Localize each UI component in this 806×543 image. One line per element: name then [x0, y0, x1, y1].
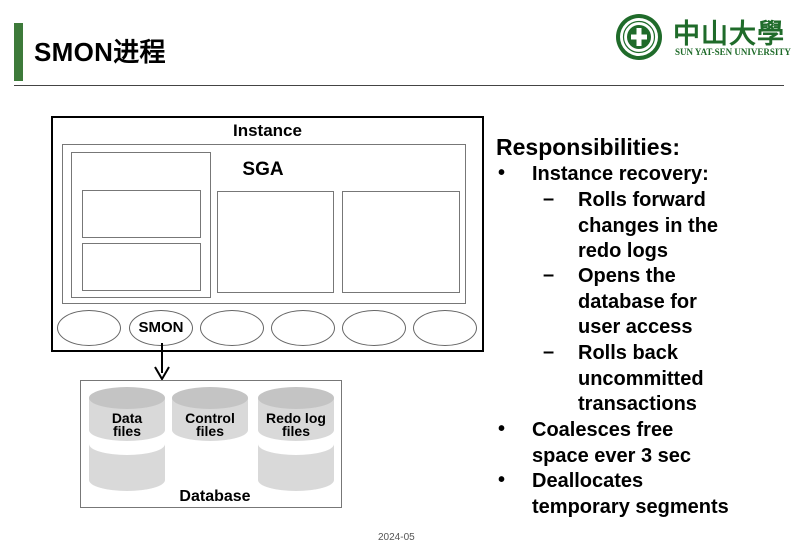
responsibilities-heading: Responsibilities:: [496, 134, 681, 160]
cylinder-label-line: files: [281, 423, 310, 439]
sub-item: Rolls back uncommitted transactions: [578, 341, 704, 418]
sub-item: Rolls forward changes in the redo logs: [578, 188, 718, 265]
text-line: user access: [578, 316, 693, 339]
responsibility-item: Deallocates temporary segments: [532, 469, 729, 520]
sga-label: SGA: [242, 159, 284, 180]
title-accent-bar: [14, 23, 23, 81]
database-label: Database: [179, 488, 251, 505]
sga-right-panel: [342, 191, 460, 293]
responsibility-item: Instance recovery:: [532, 162, 709, 188]
dash-glyph: –: [543, 341, 555, 363]
cylinder-label-line: files: [195, 423, 224, 439]
university-seal-icon: [616, 14, 662, 60]
text-line: Rolls back: [578, 342, 679, 364]
logo-name-chinese: 中山大學: [673, 19, 785, 50]
background-process: [57, 310, 121, 346]
text-line: temporary segments: [532, 495, 729, 518]
header-divider: [14, 85, 784, 86]
page-title: SMON进程: [34, 37, 166, 67]
data-files-label: Data files: [88, 411, 166, 439]
background-process: [271, 310, 335, 346]
redo-log-files-cylinder: [257, 386, 335, 497]
logo-name-english: SUN YAT-SEN UNIVERSITY: [675, 47, 791, 57]
cylinder-icon: [258, 387, 334, 491]
cylinder-icon: [89, 387, 165, 491]
bullet-glyph: •: [498, 469, 506, 491]
sub-item: Opens the database for user access: [578, 264, 697, 341]
arrow-down-icon: [154, 343, 170, 381]
cylinder-label-line: files: [112, 423, 141, 439]
text-line: Instance recovery:: [532, 163, 709, 185]
bullet-glyph: •: [498, 418, 506, 440]
instance-label: Instance: [233, 121, 302, 140]
redo-log-files-label: Redo log files: [257, 411, 335, 439]
smon-label: SMON: [138, 319, 184, 336]
background-process: [200, 310, 264, 346]
dash-glyph: –: [543, 264, 555, 286]
text-line: redo logs: [578, 240, 669, 263]
data-files-cylinder: [88, 386, 166, 497]
responsibility-item: Coalesces free space ever 3 sec: [532, 418, 691, 469]
text-line: uncommitted: [578, 367, 704, 390]
bullet-glyph: •: [498, 162, 506, 184]
text-line: changes in the: [578, 214, 719, 237]
text-line: Deallocates: [532, 470, 644, 492]
background-process: [413, 310, 477, 346]
sga-middle-panel: [217, 191, 334, 293]
text-line: Opens the: [578, 265, 676, 287]
text-line: space ever 3 sec: [532, 444, 692, 467]
dash-glyph: –: [543, 188, 555, 210]
control-files-label: Control files: [171, 411, 249, 439]
sga-buffer-bottom: [82, 243, 201, 291]
text-line: database for: [578, 290, 697, 313]
text-line: Rolls forward: [578, 189, 706, 211]
text-line: Coalesces free: [532, 419, 674, 441]
sga-buffer-top: [82, 190, 201, 238]
background-process: [342, 310, 406, 346]
text-line: transactions: [578, 393, 697, 416]
